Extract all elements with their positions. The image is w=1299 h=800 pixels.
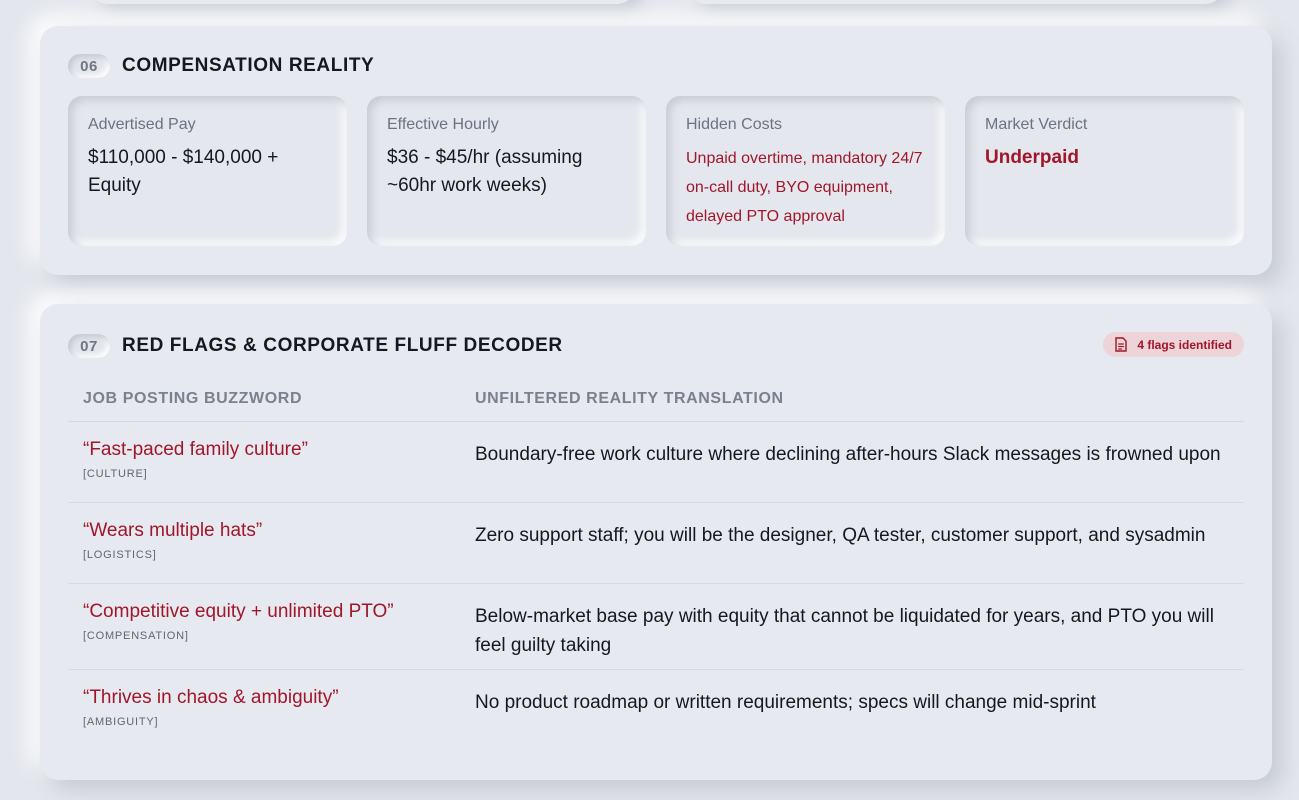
section-number-badge: 07 (68, 334, 110, 358)
previous-panel-left-edge (90, 0, 635, 4)
table-header: JOB POSTING BUZZWORD UNFILTERED REALITY … (68, 390, 1244, 422)
market-verdict-card: Market Verdict Underpaid (965, 96, 1244, 246)
advertised-pay-card: Advertised Pay $110,000 - $140,000 + Equ… (68, 96, 347, 246)
buzzword-text: “Fast-paced family culture” (83, 439, 308, 460)
section-header: 06 COMPENSATION REALITY (68, 54, 374, 78)
table-row: “Wears multiple hats” [LOGISTICS] Zero s… (68, 503, 1244, 584)
reality-text: No product roadmap or written requiremen… (475, 692, 1096, 713)
buzzword-cell: “Competitive equity + unlimited PTO” [CO… (68, 584, 460, 669)
effective-hourly-card: Effective Hourly $36 - $45/hr (assuming … (367, 96, 646, 246)
buzzword-cell: “Thrives in chaos & ambiguity” [AMBIGUIT… (68, 670, 460, 750)
buzzword-text: “Competitive equity + unlimited PTO” (83, 601, 394, 622)
buzzword-text: “Thrives in chaos & ambiguity” (83, 687, 339, 708)
reality-text: Boundary-free work culture where declini… (475, 444, 1221, 465)
table-row: “Fast-paced family culture” [CULTURE] Bo… (68, 422, 1244, 503)
card-label: Effective Hourly (387, 116, 499, 133)
flags-count-label: 4 flags identified (1137, 337, 1232, 352)
flags-count-badge: 4 flags identified (1103, 332, 1244, 357)
buzzword-text: “Wears multiple hats” (83, 520, 263, 541)
section-number-badge: 06 (68, 54, 110, 78)
section-title: RED FLAGS & CORPORATE FLUFF DECODER (122, 335, 563, 356)
buzzword-cell: “Wears multiple hats” [LOGISTICS] (68, 503, 460, 583)
category-tag: [LOGISTICS] (83, 549, 157, 561)
table-row: “Thrives in chaos & ambiguity” [AMBIGUIT… (68, 670, 1244, 750)
document-icon (1115, 337, 1128, 352)
buzzword-cell: “Fast-paced family culture” [CULTURE] (68, 422, 460, 502)
hidden-costs-card: Hidden Costs Unpaid overtime, mandatory … (666, 96, 945, 246)
compensation-reality-panel: 06 COMPENSATION REALITY Advertised Pay $… (40, 26, 1272, 275)
compensation-cards: Advertised Pay $110,000 - $140,000 + Equ… (68, 96, 1244, 246)
reality-text: Below-market base pay with equity that c… (475, 606, 1214, 656)
card-label: Hidden Costs (686, 116, 783, 133)
section-title: COMPENSATION REALITY (122, 55, 375, 76)
card-value: $110,000 - $140,000 + Equity (88, 147, 279, 196)
category-tag: [COMPENSATION] (83, 630, 189, 642)
table-row: “Competitive equity + unlimited PTO” [CO… (68, 584, 1244, 670)
reality-text: Zero support staff; you will be the desi… (475, 525, 1206, 546)
previous-panel-right-edge (688, 0, 1223, 4)
verdict-value: Underpaid (985, 147, 1079, 168)
card-label: Advertised Pay (88, 116, 196, 133)
red-flags-panel: 07 RED FLAGS & CORPORATE FLUFF DECODER 4… (40, 304, 1272, 780)
card-value: Unpaid overtime, mandatory 24/7 on-call … (686, 150, 923, 225)
card-value: $36 - $45/hr (assuming ~60hr work weeks) (387, 147, 583, 196)
decoder-table: JOB POSTING BUZZWORD UNFILTERED REALITY … (68, 390, 1244, 750)
section-header: 07 RED FLAGS & CORPORATE FLUFF DECODER (68, 334, 563, 358)
card-label: Market Verdict (985, 116, 1088, 133)
category-tag: [CULTURE] (83, 468, 148, 480)
column-header-reality: UNFILTERED REALITY TRANSLATION (475, 390, 784, 407)
category-tag: [AMBIGUITY] (83, 716, 159, 728)
column-header-buzzword: JOB POSTING BUZZWORD (83, 390, 303, 407)
